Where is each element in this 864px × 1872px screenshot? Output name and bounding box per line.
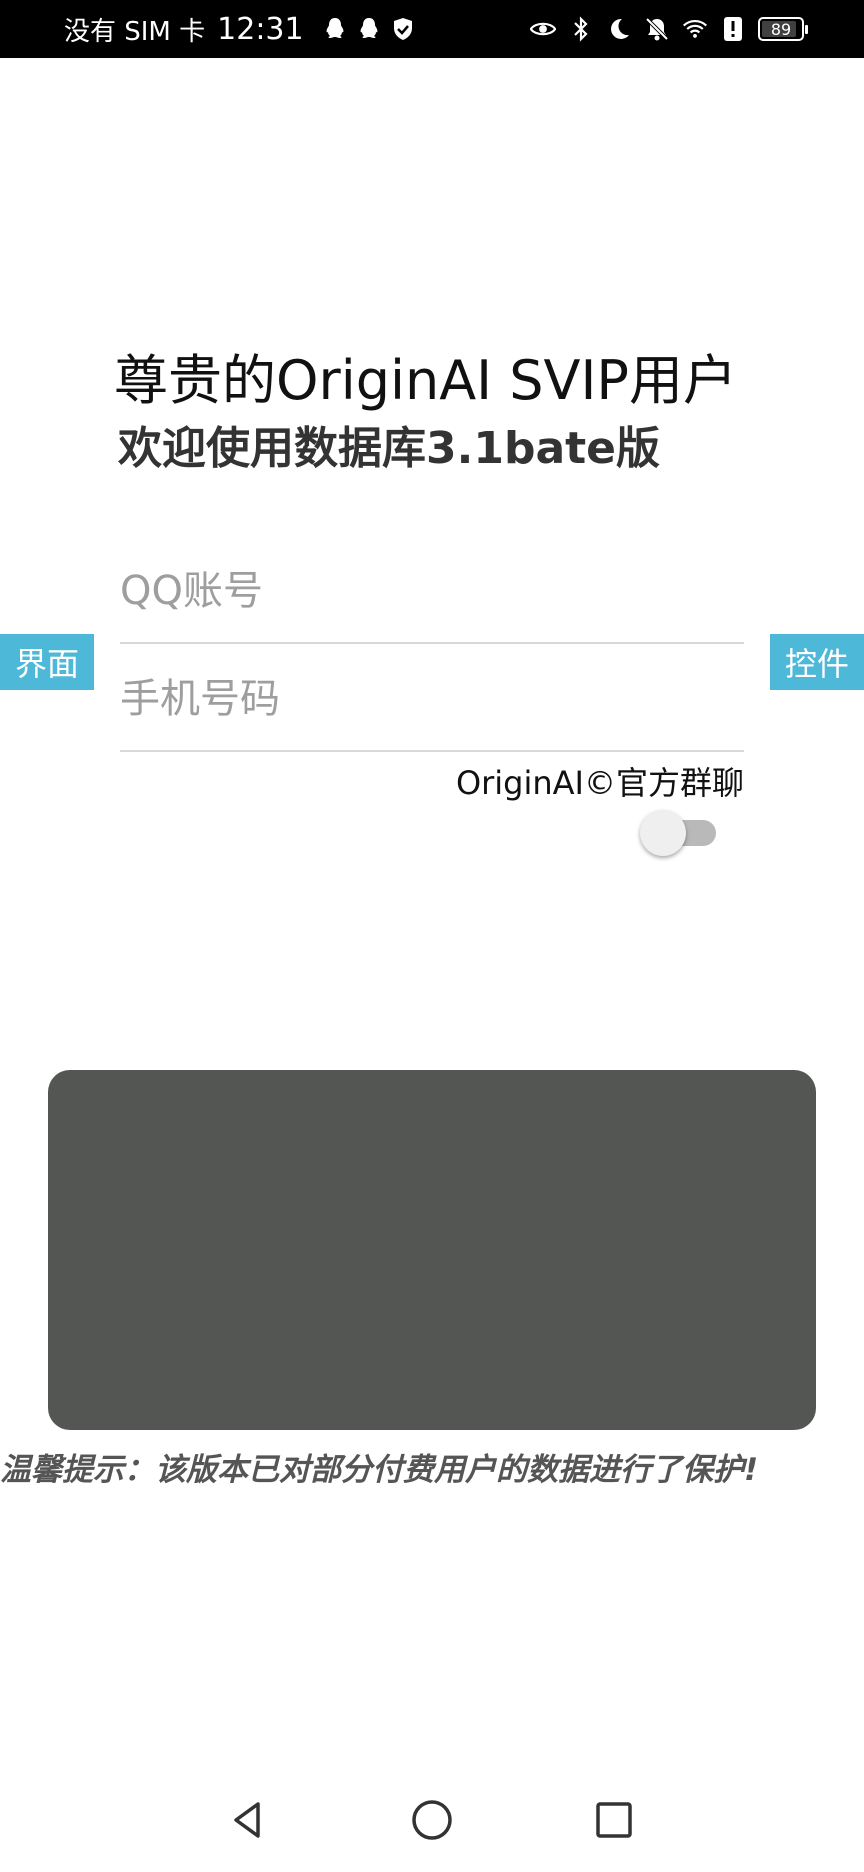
phone-number-input[interactable] <box>120 648 744 750</box>
content-panel <box>48 1070 816 1430</box>
bluetooth-icon <box>568 16 594 42</box>
navigation-bar <box>0 1790 864 1860</box>
qq-icon <box>322 16 348 42</box>
carrier-label: 没有 SIM 卡 <box>64 16 206 47</box>
official-group-link[interactable]: OriginAI©官方群聊 <box>456 758 744 804</box>
controls-tab[interactable]: 控件 <box>770 634 864 690</box>
phone-number-field-wrap <box>120 648 744 752</box>
alert-icon <box>720 16 746 42</box>
toggle-knob <box>640 810 686 856</box>
group-toggle-switch[interactable] <box>640 808 720 856</box>
warm-tip-text: 温馨提示：该版本已对部分付费用户的数据进行了保护! <box>0 1452 759 1488</box>
recent-apps-icon[interactable] <box>584 1790 644 1850</box>
eye-icon <box>530 16 556 42</box>
battery-level: 89 <box>770 19 792 39</box>
bell-off-icon <box>644 16 670 42</box>
status-bar: 没有 SIM 卡 12:31 89 <box>0 0 864 58</box>
clock: 12:31 <box>217 11 304 47</box>
wifi-icon <box>682 16 708 42</box>
battery-indicator: 89 <box>758 17 808 41</box>
shield-check-icon <box>390 16 416 42</box>
page-title: 尊贵的OriginAI SVIP用户 <box>114 349 737 412</box>
moon-icon <box>606 16 632 42</box>
status-right: 89 <box>530 16 808 42</box>
qq-icon <box>356 16 382 42</box>
interface-tab[interactable]: 界面 <box>0 634 94 690</box>
qq-account-field-wrap <box>120 540 744 644</box>
back-icon[interactable] <box>218 1790 278 1850</box>
home-icon[interactable] <box>402 1790 462 1850</box>
page-subtitle: 欢迎使用数据库3.1bate版 <box>118 423 661 474</box>
qq-account-input[interactable] <box>120 540 744 642</box>
status-left: 没有 SIM 卡 12:31 <box>64 11 416 48</box>
